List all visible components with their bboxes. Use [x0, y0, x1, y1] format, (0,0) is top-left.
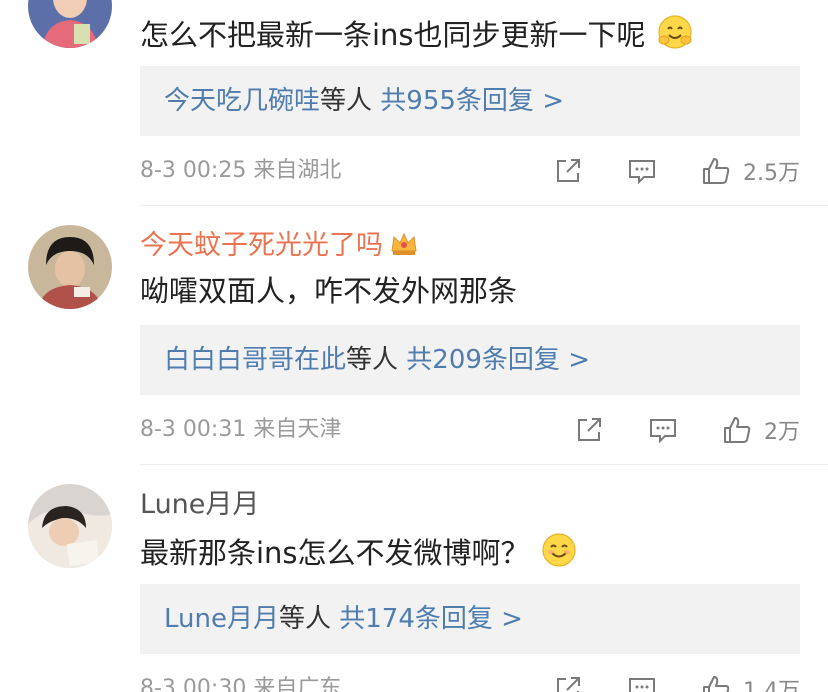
like-icon[interactable] — [722, 415, 752, 445]
comment-icon[interactable] — [627, 674, 657, 692]
hugging-face-emoji — [657, 15, 692, 49]
reply-count-link[interactable]: 共174条回复 > — [339, 604, 523, 634]
username[interactable]: 今天蚊子死光光了吗 — [140, 229, 419, 263]
like-count: 2.5万 — [743, 161, 800, 186]
share-icon[interactable] — [553, 674, 583, 692]
reply-names[interactable]: 今天吃几碗哇 — [164, 86, 320, 116]
reply-middle-text: 等人 — [320, 86, 373, 116]
reply-count-link[interactable]: 共955条回复 > — [380, 86, 564, 116]
comment-time: 8-3 00:30 — [140, 676, 247, 692]
crown-vip-icon — [391, 232, 417, 255]
username[interactable]: Lune月月 — [140, 488, 259, 522]
share-icon[interactable] — [574, 415, 604, 445]
reply-count-link[interactable]: 共209条回复 > — [406, 345, 590, 375]
divider — [140, 464, 828, 465]
comment-location: 来自广东 — [253, 676, 342, 692]
comment-time: 8-3 00:31 — [140, 417, 247, 442]
comment-location: 来自湖北 — [253, 158, 342, 183]
like-count: 1.4万 — [743, 679, 800, 692]
comment-time: 8-3 00:25 — [140, 158, 247, 183]
comment-meta: 8-3 00:30 来自广东 — [140, 674, 341, 692]
comment-meta: 8-3 00:25 来自湖北 — [140, 156, 341, 186]
comment-icon[interactable] — [627, 156, 657, 186]
like-icon[interactable] — [701, 156, 731, 186]
share-icon[interactable] — [553, 156, 583, 186]
comment-text: 最新那条ins怎么不发微博啊？ — [140, 531, 578, 572]
reply-middle-text: 等人 — [346, 345, 399, 375]
reply-names[interactable]: Lune月月 — [164, 604, 279, 634]
avatar[interactable] — [28, 484, 112, 568]
avatar[interactable] — [28, 0, 112, 48]
comment-icon[interactable] — [648, 415, 678, 445]
like-count: 2万 — [764, 420, 800, 445]
comment-actions: 1.4万 — [553, 672, 800, 692]
comment-location: 来自天津 — [253, 417, 342, 442]
divider — [140, 205, 828, 206]
reply-middle-text: 等人 — [278, 604, 331, 634]
like-icon[interactable] — [701, 674, 731, 692]
reply-summary[interactable]: 白白白哥哥在此等人 共209条回复 > — [140, 325, 800, 395]
comment-meta: 8-3 00:31 来自天津 — [140, 415, 341, 445]
reply-summary[interactable]: 今天吃几碗哇等人 共955条回复 > — [140, 66, 800, 136]
comment-actions: 2.5万 — [553, 154, 800, 188]
smiling-face-emoji — [541, 533, 576, 567]
reply-names[interactable]: 白白白哥哥在此 — [164, 345, 346, 375]
comment-text: 怎么不把最新一条ins也同步更新一下呢 — [140, 13, 694, 54]
reply-summary[interactable]: Lune月月等人 共174条回复 > — [140, 584, 800, 654]
comment-text: 呦嚯双面人，咋不发外网那条 — [140, 274, 518, 308]
comment-actions: 2万 — [574, 413, 800, 447]
avatar[interactable] — [28, 225, 112, 309]
